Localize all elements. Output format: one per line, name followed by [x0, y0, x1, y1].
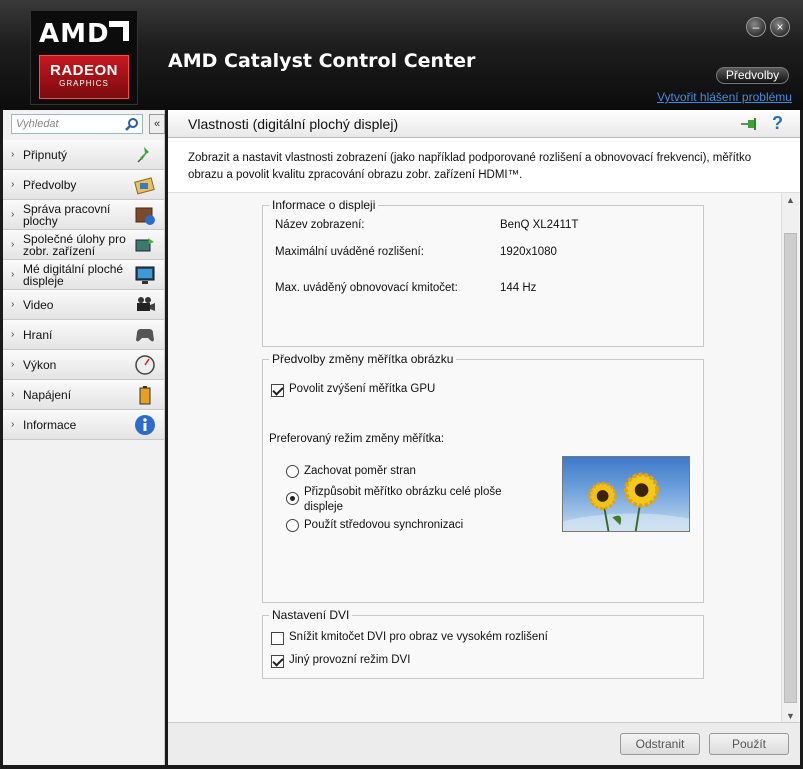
scrollbar-thumb[interactable]: [784, 233, 797, 703]
sidebar: Vyhledat « › Připnutý › Předvolby › Sprá…: [3, 110, 165, 765]
app-header: AMD RADEON GRAPHICS AMD Catalyst Control…: [0, 0, 803, 110]
reduce-dvi-label: Snížit kmitočet DVI pro obraz ve vysokém…: [289, 631, 548, 643]
sidebar-item-information[interactable]: › Informace: [3, 410, 164, 440]
chevron-right-icon: ›: [11, 359, 15, 370]
sidebar-item-label: Informace: [23, 418, 77, 432]
display-info-group: Informace o displeji Název zobrazení: Be…: [262, 198, 704, 347]
amd-logo: AMD RADEON GRAPHICS: [30, 10, 138, 105]
gpu-scaling-checkbox[interactable]: [271, 384, 284, 397]
camera-icon: [137, 297, 155, 311]
radeon-badge: RADEON GRAPHICS: [39, 55, 129, 99]
scaling-title: Předvolby změny měřítka obrázku: [269, 352, 457, 366]
sidebar-item-label: Hraní: [23, 328, 53, 342]
main-panel: Vlastnosti (digitální plochý displej) ? …: [168, 110, 800, 765]
amd-arrow-icon: [109, 21, 129, 41]
sidebar-item-pinned[interactable]: › Připnutý: [3, 140, 164, 170]
keep-aspect-label: Zachovat poměr stran: [304, 465, 416, 477]
page-description: Zobrazit a nastavit vlastnosti zobrazení…: [188, 152, 752, 181]
chevron-right-icon: ›: [11, 239, 15, 250]
search-icon[interactable]: [125, 117, 139, 131]
dvi-title: Nastavení DVI: [269, 608, 353, 622]
max-resolution-value: 1920x1080: [500, 246, 557, 258]
preferences-icon: [134, 177, 155, 195]
alt-dvi-mode-label: Jiný provozní režim DVI: [289, 654, 411, 666]
sidebar-item-desktop-management[interactable]: › Správa pracovní plochy: [3, 200, 164, 230]
radio-keep-aspect[interactable]: [286, 465, 299, 478]
pin-page-icon[interactable]: [740, 116, 758, 132]
logo-graphics-text: GRAPHICS: [59, 79, 109, 88]
search-placeholder: Vyhledat: [16, 118, 59, 130]
remove-button[interactable]: Odstranit: [620, 733, 700, 755]
chevron-right-icon: ›: [11, 419, 15, 430]
display-name-label: Název zobrazení:: [275, 219, 365, 231]
display-name-value: BenQ XL2411T: [500, 219, 579, 231]
battery-icon: [139, 386, 151, 405]
preferences-button[interactable]: Předvolby: [716, 67, 789, 84]
page-header: Vlastnosti (digitální plochý displej) ?: [168, 110, 800, 138]
scroll-up-icon[interactable]: ▲: [786, 195, 795, 205]
sidebar-item-label: Společné úlohy pro zobr. zařízení: [23, 232, 126, 258]
chevron-right-icon: ›: [11, 389, 15, 400]
gamepad-icon: [136, 329, 154, 342]
display-tasks-icon: [135, 238, 154, 252]
sidebar-item-label: Připnutý: [23, 148, 68, 162]
chevron-right-icon: ›: [11, 299, 15, 310]
logo-radeon-text: RADEON: [49, 62, 118, 79]
radio-full-panel[interactable]: [286, 492, 299, 505]
app-title: AMD Catalyst Control Center: [168, 50, 476, 72]
info-icon: [135, 415, 155, 435]
gpu-scaling-label: Povolit zvýšení měřítka GPU: [289, 383, 436, 395]
logo-amd-text: AMD: [39, 19, 110, 49]
sidebar-item-performance[interactable]: › Výkon: [3, 350, 164, 380]
sidebar-item-display-tasks[interactable]: › Společné úlohy pro zobr. zařízení: [3, 230, 164, 260]
sidebar-item-label: Video: [23, 298, 54, 312]
max-refresh-label: Max. uváděný obnovovací kmitočet:: [275, 282, 458, 294]
chevron-right-icon: ›: [11, 179, 15, 190]
sidebar-item-label: Napájení: [23, 388, 72, 402]
sidebar-item-power[interactable]: › Napájení: [3, 380, 164, 410]
sidebar-item-gaming[interactable]: › Hraní: [3, 320, 164, 350]
footer-bar: Odstranit Použít: [168, 722, 800, 765]
vertical-scrollbar[interactable]: ▲ ▼: [781, 193, 799, 723]
desktop-icon: [135, 207, 155, 225]
chevron-right-icon: ›: [11, 149, 15, 160]
scaling-group: Předvolby změny měřítka obrázku Povolit …: [262, 352, 704, 603]
sidebar-item-label: Výkon: [23, 358, 57, 372]
max-refresh-value: 144 Hz: [500, 282, 537, 294]
sidebar-item-label: Předvolby: [23, 178, 77, 192]
report-problem-link[interactable]: Vytvořit hlášení problému: [657, 90, 792, 104]
sidebar-item-digital-flat-panels[interactable]: › Mé digitální ploché displeje: [3, 260, 164, 290]
monitor-icon: [135, 266, 155, 284]
search-input[interactable]: Vyhledat: [11, 114, 143, 134]
scaling-mode-label: Preferovaný režim změny měřítka:: [269, 433, 445, 445]
sidebar-item-video[interactable]: › Video: [3, 290, 164, 320]
full-panel-label: Přizpůsobit měřítko obrázku celé ploše d…: [304, 486, 502, 513]
chevron-right-icon: ›: [11, 269, 15, 280]
minimize-button[interactable]: –: [746, 17, 766, 37]
pin-icon: [137, 147, 149, 163]
alt-dvi-mode-checkbox[interactable]: [271, 655, 284, 668]
sidebar-item-label: Správa pracovní plochy: [23, 202, 111, 228]
apply-button[interactable]: Použít: [709, 733, 789, 755]
display-info-title: Informace o displeji: [269, 198, 379, 212]
page-title: Vlastnosti (digitální plochý displej): [188, 116, 399, 132]
settings-scroll-area: Informace o displeji Název zobrazení: Be…: [168, 192, 800, 723]
help-icon[interactable]: ?: [772, 113, 783, 134]
scroll-down-icon[interactable]: ▼: [786, 711, 795, 721]
sidebar-item-label: Mé digitální ploché displeje: [23, 262, 124, 288]
radio-centered[interactable]: [286, 519, 299, 532]
reduce-dvi-checkbox[interactable]: [271, 632, 284, 645]
sidebar-nav: › Připnutý › Předvolby › Správa pracovní…: [3, 140, 164, 440]
scaling-preview-image: [562, 456, 690, 532]
dvi-group: Nastavení DVI Snížit kmitočet DVI pro ob…: [262, 608, 704, 679]
max-resolution-label: Maximální uváděné rozlišení:: [275, 246, 424, 258]
chevron-right-icon: ›: [11, 329, 15, 340]
sidebar-item-preferences[interactable]: › Předvolby: [3, 170, 164, 200]
centered-label: Použít středovou synchronizaci: [304, 519, 464, 531]
collapse-sidebar-button[interactable]: «: [149, 114, 165, 134]
gauge-icon: [135, 355, 155, 375]
chevron-right-icon: ›: [11, 209, 15, 220]
close-button[interactable]: ×: [770, 17, 790, 37]
